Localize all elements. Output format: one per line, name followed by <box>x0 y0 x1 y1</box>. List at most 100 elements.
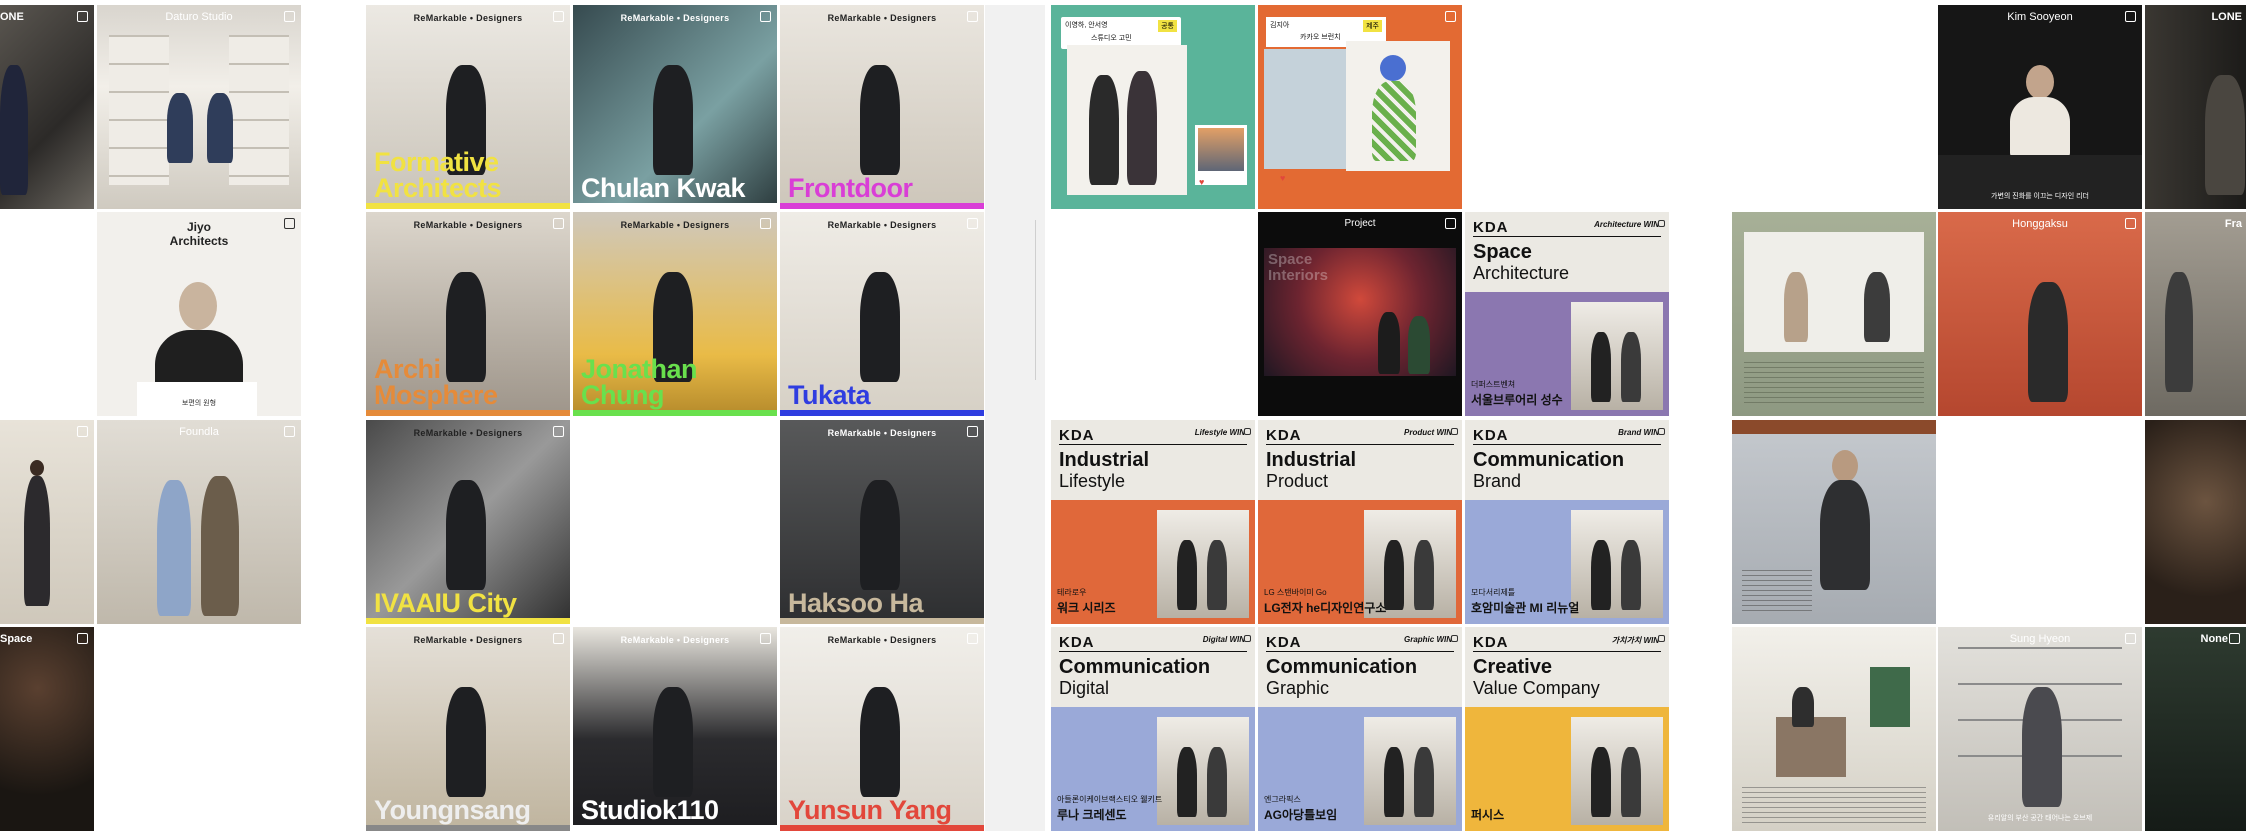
person-figure <box>860 480 900 590</box>
post-tile-kda-award[interactable]: KDA Digital WIN Communication Digital 아들론이케이… <box>1051 627 1255 831</box>
brand-label: ReMarkable • Designers <box>620 635 730 645</box>
post-tile-article-desk[interactable] <box>1732 212 1936 416</box>
color-block: 아들론이케이브랙스티오 웰키트루나 크레센도 <box>1051 707 1255 831</box>
brand-label: ReMarkable • Designers <box>827 635 937 645</box>
post-tile-honggaksu[interactable]: Honggaksu <box>1938 212 2142 416</box>
post-tile-space[interactable]: Space <box>0 627 94 831</box>
heart-icon: ♥ <box>1199 177 1205 187</box>
post-tile-jiyo[interactable]: Jiyo Architects 보편의 원형 <box>97 212 301 416</box>
winner-name: 호암미술관 MI 리뉴얼 <box>1471 601 1580 615</box>
post-tile-kda-award[interactable]: KDA Architecture WIN Space Architecture 더퍼스트… <box>1465 212 1669 416</box>
person-figure <box>1591 540 1611 610</box>
post-tile-remarkable-designer[interactable]: ReMarkable • Designers Studiok110 <box>573 627 777 831</box>
article-photo <box>1744 232 1924 352</box>
accent-bar <box>780 618 984 624</box>
poster <box>1870 667 1910 727</box>
post-tile-kim-sooyeon[interactable]: Kim Sooyeon 가변의 진화를 이끄는 디자인 리더 <box>1938 5 2142 209</box>
person-figure <box>2022 687 2062 807</box>
person-figure <box>2205 75 2245 195</box>
designer-name: Archi Mosphere <box>374 354 498 410</box>
multiple-images-icon <box>2125 11 2136 22</box>
person-figure <box>1621 747 1641 817</box>
post-tile-foundla[interactable]: Foundla <box>97 420 301 624</box>
post-tile-remarkable-designer[interactable]: ReMarkable • Designers Jonathan Chung <box>573 212 777 416</box>
winner-name: 서울브루어리 성수 <box>1471 393 1563 407</box>
designer-name: Youngnsang <box>374 795 531 825</box>
award-category: Architecture WIN <box>1594 220 1659 229</box>
kda-logo: KDA <box>1266 427 1302 444</box>
post-tile-kda-award[interactable]: KDA Graphic WIN Communication Graphic 엔그라픽스 A… <box>1258 627 1462 831</box>
multiple-images-icon <box>77 633 88 644</box>
award-title: Communication <box>1266 656 1418 678</box>
kda-logo: KDA <box>1473 634 1509 651</box>
post-caption: Foundla <box>179 426 219 438</box>
brand-label: ReMarkable • Designers <box>413 428 523 438</box>
winner-name: 루나 크레센도 <box>1057 808 1127 822</box>
post-tile-lady[interactable] <box>0 420 94 624</box>
person-figure <box>860 65 900 175</box>
person-figure <box>1384 540 1404 610</box>
post-tile-kda-award[interactable]: KDA Brand WIN Communication Brand 모다서리제틀 호암미술… <box>1465 420 1669 624</box>
person-figure <box>1089 75 1119 185</box>
divider <box>1059 444 1247 445</box>
post-tile-kda-award[interactable]: KDA Product WIN Industrial Product LG 스탠바이미 … <box>1258 420 1462 624</box>
post-tile-remarkable-designer[interactable]: ReMarkable • Designers Haksoo Ha <box>780 420 984 624</box>
accent-bar <box>573 203 777 209</box>
divider <box>1473 236 1661 237</box>
post-tile-remarkable-designer[interactable]: ReMarkable • Designers Yunsun Yang <box>780 627 984 831</box>
post-tile-article-man[interactable] <box>1732 420 1936 624</box>
multiple-images-icon <box>2125 218 2136 229</box>
award-category: 가치가치 WIN <box>1611 636 1659 645</box>
multiple-images-icon <box>967 218 978 229</box>
post-tile-remarkable-designer[interactable]: ReMarkable • Designers IVAAIU City <box>366 420 570 624</box>
accent-bar <box>366 825 570 831</box>
person-figure <box>1207 540 1227 610</box>
post-tile-remarkable-designer[interactable]: ReMarkable • Designers Archi Mosphere <box>366 212 570 416</box>
person-figure <box>1378 312 1400 374</box>
color-block: LG 스탠바이미 Go LG전자 he디자인연구소 <box>1258 500 1462 624</box>
post-tile-remarkable-designer[interactable]: ReMarkable • Designers Tukata <box>780 212 984 416</box>
winner-photo <box>1157 717 1249 825</box>
person-figure <box>1414 747 1434 817</box>
accent-bar <box>366 410 570 416</box>
post-tile-project[interactable]: Project Space Interiors <box>1258 212 1462 416</box>
post-photo <box>97 420 301 624</box>
post-tile-kda-award[interactable]: KDA Lifestyle WIN Industrial Lifestyle 테라로우 워… <box>1051 420 1255 624</box>
post-tile-teal-card[interactable]: 이영하, 안서영 스튜디오 고민 공통 ♥ <box>1051 5 1255 209</box>
multiple-images-icon <box>1244 635 1251 642</box>
post-tile-sung-hyeon[interactable]: Sung Hyeon 유리알의 부산 공간 태어나는 오브제 <box>1938 627 2142 831</box>
post-tile-daturo[interactable]: Daturo Studio <box>97 5 301 209</box>
post-tile-article-lamp[interactable] <box>1732 627 1936 831</box>
post-tile-fra[interactable]: Fra <box>2145 212 2246 416</box>
post-tile-lone[interactable]: LONE <box>2145 5 2246 209</box>
post-tile-interior-right[interactable] <box>2145 420 2246 624</box>
person-figure <box>207 93 233 163</box>
post-tile-none[interactable]: None <box>2145 627 2246 831</box>
brand-label: ReMarkable • Designers <box>827 13 937 23</box>
post-tile-remarkable-designer[interactable]: ReMarkable • Designers Youngnsang <box>366 627 570 831</box>
person-figure <box>1127 71 1157 185</box>
winner-photo <box>1364 717 1456 825</box>
designer-name: IVAAIU City <box>374 588 517 618</box>
award-title: Industrial <box>1266 449 1357 471</box>
multiple-images-icon <box>760 633 771 644</box>
person-figure <box>1372 81 1416 161</box>
post-tile-remarkable-designer[interactable]: ReMarkable • Designers Frontdoor <box>780 5 984 209</box>
post-tile-remarkable-designer[interactable]: ReMarkable • Designers Chulan Kwak <box>573 5 777 209</box>
card-tag: 공통 <box>1158 20 1177 32</box>
multiple-images-icon <box>967 633 978 644</box>
designer-name: Chulan Kwak <box>581 173 746 203</box>
gap-line <box>1035 220 1036 380</box>
winner-caption: 아들론이케이브랙스티오 웰키트 <box>1057 795 1163 804</box>
person-figure <box>2165 272 2193 392</box>
post-tile-orange-card[interactable]: 김지아 카카오 브런치 제주 ♥ <box>1258 5 1462 209</box>
card-tag: 제주 <box>1363 20 1382 32</box>
post-caption: Honggaksu <box>2012 218 2068 230</box>
post-tile-remarkable-designer[interactable]: ReMarkable • Designers Formative Architec… <box>366 5 570 209</box>
post-tile-kda-award[interactable]: KDA 가치가치 WIN Creative Value Company 퍼시스 <box>1465 627 1669 831</box>
award-subtitle: Architecture <box>1473 263 1570 283</box>
multiple-images-icon <box>553 426 564 437</box>
person-figure <box>446 687 486 797</box>
card-subtext: 카카오 브런치 <box>1300 34 1341 41</box>
post-tile-one[interactable]: ONE <box>0 5 94 209</box>
